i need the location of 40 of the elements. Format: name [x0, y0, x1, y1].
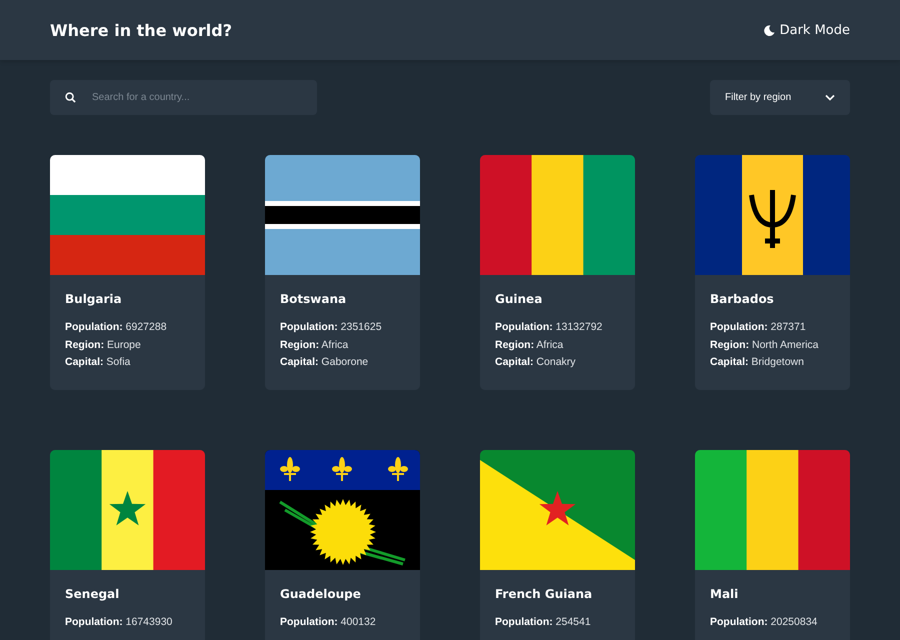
- country-name: French Guiana: [495, 587, 594, 601]
- country-name: Botswana: [280, 292, 348, 306]
- country-fact: Region: North America: [710, 338, 820, 352]
- country-card[interactable]: Guadeloupe Population: 400132: [265, 450, 420, 640]
- country-card[interactable]: Senegal Population: 16743930: [50, 450, 205, 640]
- country-fact: Population: 287371: [710, 320, 807, 335]
- country-card[interactable]: Botswana Population: 2351625 Region: Africa Capital: Gaborone: [265, 155, 420, 390]
- country-fact: Population: 2351625: [280, 320, 383, 335]
- country-name: Senegal: [65, 587, 120, 601]
- country-fact: Capital: Gaborone: [280, 355, 370, 370]
- country-fact: Population: 6927288: [65, 320, 168, 335]
- moon-icon: [764, 24, 775, 36]
- country-card[interactable]: Bulgaria Population: 6927288 Region: Europe Capital: Sofia: [50, 155, 205, 390]
- country-name: Bulgaria: [65, 292, 123, 306]
- country-fact: Capital: Sofia: [65, 355, 132, 370]
- site-title: Where in the world?: [50, 20, 232, 40]
- region-filter-dropdown[interactable]: Filter by region: [710, 80, 850, 115]
- country-fact: Population: 254541: [495, 615, 592, 630]
- country-card[interactable]: Barbados Population: 287371 Region: North America Capital: Bridgetown: [695, 155, 850, 390]
- country-fact: Population: 20250834: [710, 615, 818, 630]
- country-fact: Population: 16743930: [65, 615, 174, 630]
- country-name: Guadeloupe: [280, 587, 362, 601]
- country-card[interactable]: French Guiana Population: 254541: [480, 450, 635, 640]
- country-name: Barbados: [710, 292, 775, 306]
- country-fact: Region: Africa: [495, 338, 564, 352]
- country-fact: Capital: Conakry: [495, 355, 577, 370]
- chevron-down-icon: [825, 94, 835, 101]
- country-name: Guinea: [495, 292, 544, 306]
- search-icon: [65, 92, 76, 103]
- country-name: Mali: [710, 587, 740, 601]
- country-fact: Capital: Bridgetown: [710, 355, 805, 370]
- country-fact: Population: 13132792: [495, 320, 604, 335]
- country-fact: Region: Africa: [280, 338, 350, 352]
- country-fact: Population: 400132: [280, 615, 377, 630]
- dark-mode-toggle[interactable]: Dark Mode: [764, 22, 850, 38]
- country-card[interactable]: Guinea Population: 13132792 Region: Africa Capital: Conakry: [480, 155, 635, 390]
- search-field[interactable]: Search for a country...: [50, 80, 317, 115]
- country-fact: Region: Europe: [65, 338, 142, 352]
- country-card[interactable]: Mali Population: 20250834: [695, 450, 850, 640]
- search-input[interactable]: Search for a country...: [90, 91, 294, 104]
